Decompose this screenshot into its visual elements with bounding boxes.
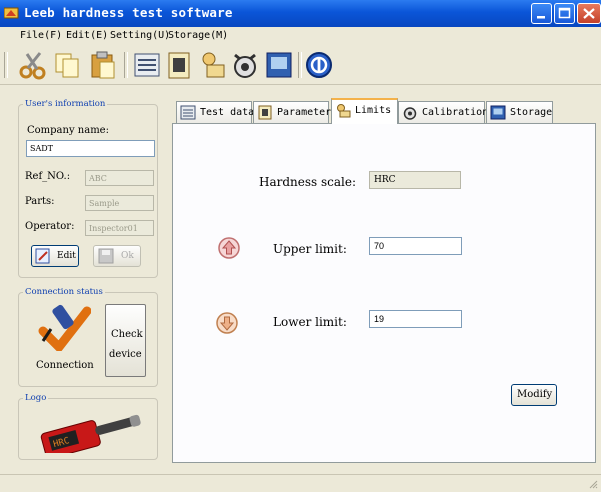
modify-button[interactable]: Modify [511,384,557,406]
toolbar-separator [124,52,128,78]
operator-input[interactable] [85,220,154,236]
user-info-group: User's information Company name: Ref_NO.… [18,99,158,278]
app-icon [4,7,19,19]
tab-parameter-label: Parameter [277,107,332,118]
tab-limits[interactable]: Limits [331,98,398,124]
upper-limit-input[interactable] [369,237,462,255]
connection-status-group: Connection status Connection Check devic… [18,287,158,387]
toolbar-separator [298,52,302,78]
window-title: Leeb hardness test software [24,5,233,20]
calibration-icon[interactable] [230,50,260,80]
edit-icon [35,248,50,264]
check-device-label-line1: Check [111,329,143,340]
minimize-icon [537,16,545,19]
tab-parameter[interactable]: Parameter [253,101,332,123]
minimize-button[interactable] [531,3,552,24]
close-button[interactable] [577,3,601,24]
close-icon [583,8,595,19]
arrow-up-icon [218,237,240,259]
check-device-button[interactable]: Check device [105,304,146,377]
menu-storage[interactable]: Storage(M) [168,30,228,41]
tab-calibration-label: Calibration [422,107,489,118]
resize-grip-icon[interactable] [588,479,598,489]
storage-icon [490,105,506,120]
connection-label: Connection [36,360,94,371]
calibration-icon [403,107,417,120]
save-icon [98,248,114,264]
hardness-scale-label: Hardness scale: [259,175,357,189]
parameter-icon [258,105,272,120]
limits-icon[interactable] [197,50,227,80]
tab-test-data[interactable]: Test data [176,101,255,123]
ok-button[interactable]: Ok [93,245,141,267]
connection-status-legend: Connection status [23,287,105,297]
scissors-icon[interactable] [18,50,48,80]
lower-limit-input[interactable] [369,310,462,328]
hardness-tester-logo: HRC [40,414,141,453]
status-bar [0,474,601,492]
lower-limit-label: Lower limit: [273,315,347,329]
tab-limits-label: Limits [355,105,392,116]
connection-icon [38,304,91,351]
tab-storage-label: Storage [510,107,553,118]
test-data-icon[interactable] [132,50,162,80]
check-device-label-line2: device [109,349,142,360]
operator-label: Operator: [25,221,75,232]
parts-input[interactable] [85,195,154,211]
ok-button-label: Ok [121,251,134,261]
edit-button-label: Edit [57,251,76,261]
storage-icon[interactable] [264,50,294,80]
limits-panel: Hardness scale: HRC Upper limit: Lower l… [172,123,596,463]
logo-group: Logo HRC [18,393,158,460]
edit-button[interactable]: Edit [31,245,79,267]
parameter-icon[interactable] [164,50,194,80]
test-data-icon [180,105,196,120]
title-bar[interactable]: Leeb hardness test software [0,0,601,27]
tab-storage[interactable]: Storage [486,101,553,123]
menu-bar: File(F) Edit(E) Setting(U) Storage(M) [0,27,601,46]
tab-test-data-label: Test data [200,107,255,118]
ref-no-input[interactable] [85,170,154,186]
parts-label: Parts: [25,196,55,207]
maximize-icon [558,7,571,19]
about-icon[interactable] [304,50,334,80]
menu-edit[interactable]: Edit(E) [66,30,108,41]
ref-no-label: Ref_NO.: [25,171,71,182]
company-name-label: Company name: [27,125,109,136]
hardness-scale-value: HRC [369,171,461,189]
toolbar-grip [4,52,8,78]
user-info-legend: User's information [23,99,108,109]
upper-limit-label: Upper limit: [273,242,347,256]
copy-icon[interactable] [52,50,82,80]
arrow-down-icon [216,312,238,334]
limits-icon [337,104,351,118]
company-name-input[interactable] [26,140,155,157]
maximize-button[interactable] [554,3,575,24]
paste-icon[interactable] [88,50,118,80]
menu-setting[interactable]: Setting(U) [110,30,170,41]
logo-legend: Logo [23,393,49,403]
modify-button-label: Modify [517,389,553,400]
toolbar [0,46,601,85]
tab-calibration[interactable]: Calibration [398,101,489,123]
menu-file[interactable]: File(F) [20,30,62,41]
